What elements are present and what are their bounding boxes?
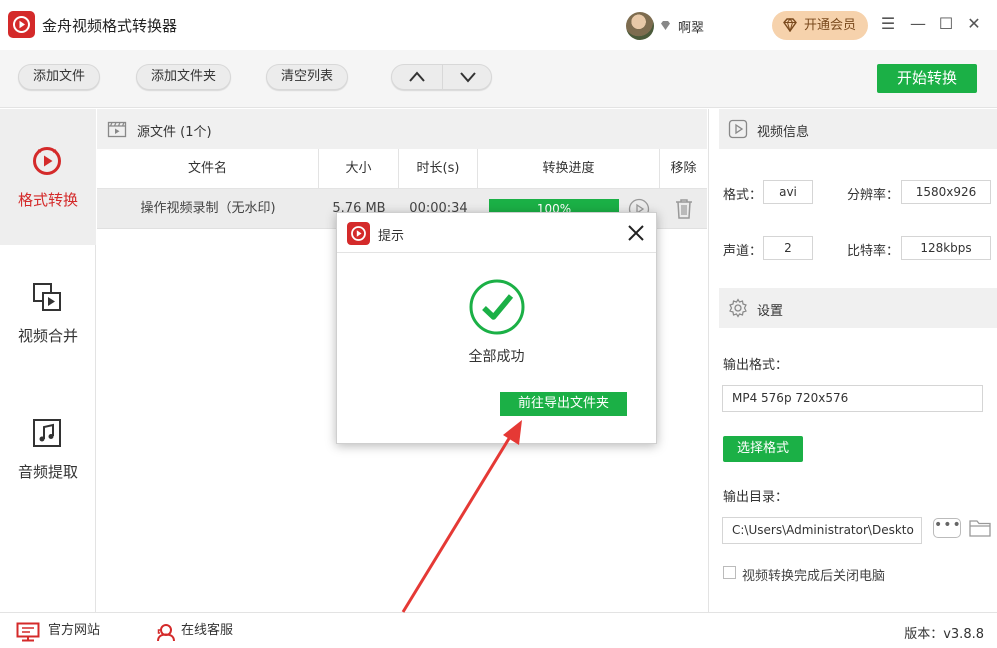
video-info-title: 视频信息 xyxy=(757,125,810,140)
add-folder-button[interactable]: 添加文件夹 xyxy=(136,64,232,90)
footer: 官方网站 在线客服 版本：v3.8.8 xyxy=(0,612,997,648)
resolution-value: 1580x926 xyxy=(901,180,991,204)
reorder-buttons xyxy=(391,64,492,90)
vip-diamond-icon xyxy=(783,18,797,32)
video-info-header: 视频信息 xyxy=(719,109,997,149)
browse-more-button[interactable]: ••• xyxy=(933,518,961,538)
column-header-name: 文件名 xyxy=(97,149,319,189)
file-table-header: 文件名 大小 时长(s) 转换进度 移除 xyxy=(97,149,707,189)
source-files-label: 源文件 (1个) xyxy=(137,125,212,140)
video-merge-icon xyxy=(33,283,61,311)
nav-label: 格式转换 xyxy=(17,191,78,209)
shutdown-checkbox[interactable] xyxy=(723,566,736,579)
chevron-up-icon xyxy=(409,71,425,82)
diamond-icon xyxy=(661,21,670,30)
dialog-logo-icon xyxy=(347,222,370,245)
user-name[interactable]: 啊翠 xyxy=(678,17,704,36)
bitrate-value: 128kbps xyxy=(901,236,991,260)
title-bar: 金舟视频格式转换器 啊翠 开通会员 ☰ — ☐ ✕ xyxy=(0,0,997,50)
move-up-button[interactable] xyxy=(392,65,442,89)
nav-item-video-merge[interactable]: 视频合并 xyxy=(0,245,96,381)
output-format-label: 输出格式： xyxy=(723,358,789,373)
format-label: 格式： xyxy=(723,188,763,203)
channel-value: 2 xyxy=(763,236,813,260)
vip-button-label: 开通会员 xyxy=(803,18,856,33)
column-header-duration: 时长(s) xyxy=(399,149,478,189)
bitrate-label: 比特率： xyxy=(847,244,900,259)
format-value: avi xyxy=(763,180,813,204)
minimize-button[interactable]: — xyxy=(906,12,930,36)
success-check-icon xyxy=(469,279,525,335)
trash-icon[interactable] xyxy=(674,198,694,220)
online-support-link[interactable]: 在线客服 xyxy=(155,613,255,648)
file-name-cell: 操作视频录制（无水印) xyxy=(140,201,276,216)
clear-list-button[interactable]: 清空列表 xyxy=(266,64,349,90)
settings-title: 设置 xyxy=(757,304,784,319)
nav-item-format-convert[interactable]: 格式转换 xyxy=(0,109,96,245)
online-support-label: 在线客服 xyxy=(181,623,234,638)
version-label: 版本：v3.8.8 xyxy=(904,627,984,642)
official-website-link[interactable]: 官方网站 xyxy=(16,613,116,648)
move-down-button[interactable] xyxy=(442,65,492,89)
add-file-button[interactable]: 添加文件 xyxy=(18,64,101,90)
dialog-close-icon[interactable] xyxy=(625,222,647,244)
format-convert-icon xyxy=(33,147,61,175)
settings-header: 设置 xyxy=(719,288,997,328)
start-convert-button[interactable]: 开始转换 xyxy=(877,64,977,93)
success-dialog: 提示 全部成功 前往导出文件夹 xyxy=(336,212,657,444)
shutdown-label: 视频转换完成后关闭电脑 xyxy=(742,569,886,584)
user-avatar[interactable] xyxy=(626,12,654,40)
close-button[interactable]: ✕ xyxy=(962,12,986,36)
output-dir-field[interactable]: C:\Users\Administrator\Deskto xyxy=(722,517,922,544)
resolution-label: 分辨率： xyxy=(847,188,900,203)
output-format-field[interactable]: MP4 576p 720x576 xyxy=(722,385,983,412)
monitor-icon xyxy=(16,622,40,642)
toolbar: 添加文件 添加文件夹 清空列表 开始转换 xyxy=(0,50,997,108)
dialog-title: 提示 xyxy=(378,229,405,244)
maximize-button[interactable]: ☐ xyxy=(934,12,958,36)
customer-service-icon xyxy=(157,624,175,642)
film-icon xyxy=(107,121,127,138)
channel-label: 声道： xyxy=(723,244,763,259)
open-output-folder-button[interactable]: 前往导出文件夹 xyxy=(500,392,627,416)
video-info-icon xyxy=(728,119,748,139)
source-files-header: 源文件 (1个) xyxy=(97,109,707,149)
vip-button[interactable]: 开通会员 xyxy=(772,11,868,40)
column-header-remove: 移除 xyxy=(670,161,697,176)
chevron-down-icon xyxy=(460,72,476,83)
success-message: 全部成功 xyxy=(468,349,525,365)
right-panel: 视频信息 格式： avi 分辨率： 1580x926 声道： 2 比特率： 12… xyxy=(708,109,997,612)
choose-format-button[interactable]: 选择格式 xyxy=(723,436,803,462)
dialog-title-bar: 提示 xyxy=(337,213,656,253)
nav-label: 音频提取 xyxy=(17,463,78,481)
column-header-size: 大小 xyxy=(319,149,399,189)
column-header-progress: 转换进度 xyxy=(478,149,660,189)
left-nav: 格式转换 视频合并 音频提取 xyxy=(0,109,96,612)
menu-icon[interactable]: ☰ xyxy=(876,12,900,36)
audio-extract-icon xyxy=(33,419,61,447)
official-website-label: 官方网站 xyxy=(48,623,101,638)
gear-icon xyxy=(729,298,747,318)
app-logo-icon xyxy=(8,11,35,38)
output-dir-label: 输出目录： xyxy=(723,490,789,505)
folder-icon[interactable] xyxy=(969,519,991,537)
nav-item-audio-extract[interactable]: 音频提取 xyxy=(0,381,96,517)
nav-label: 视频合并 xyxy=(17,327,78,345)
app-title: 金舟视频格式转换器 xyxy=(42,17,178,35)
